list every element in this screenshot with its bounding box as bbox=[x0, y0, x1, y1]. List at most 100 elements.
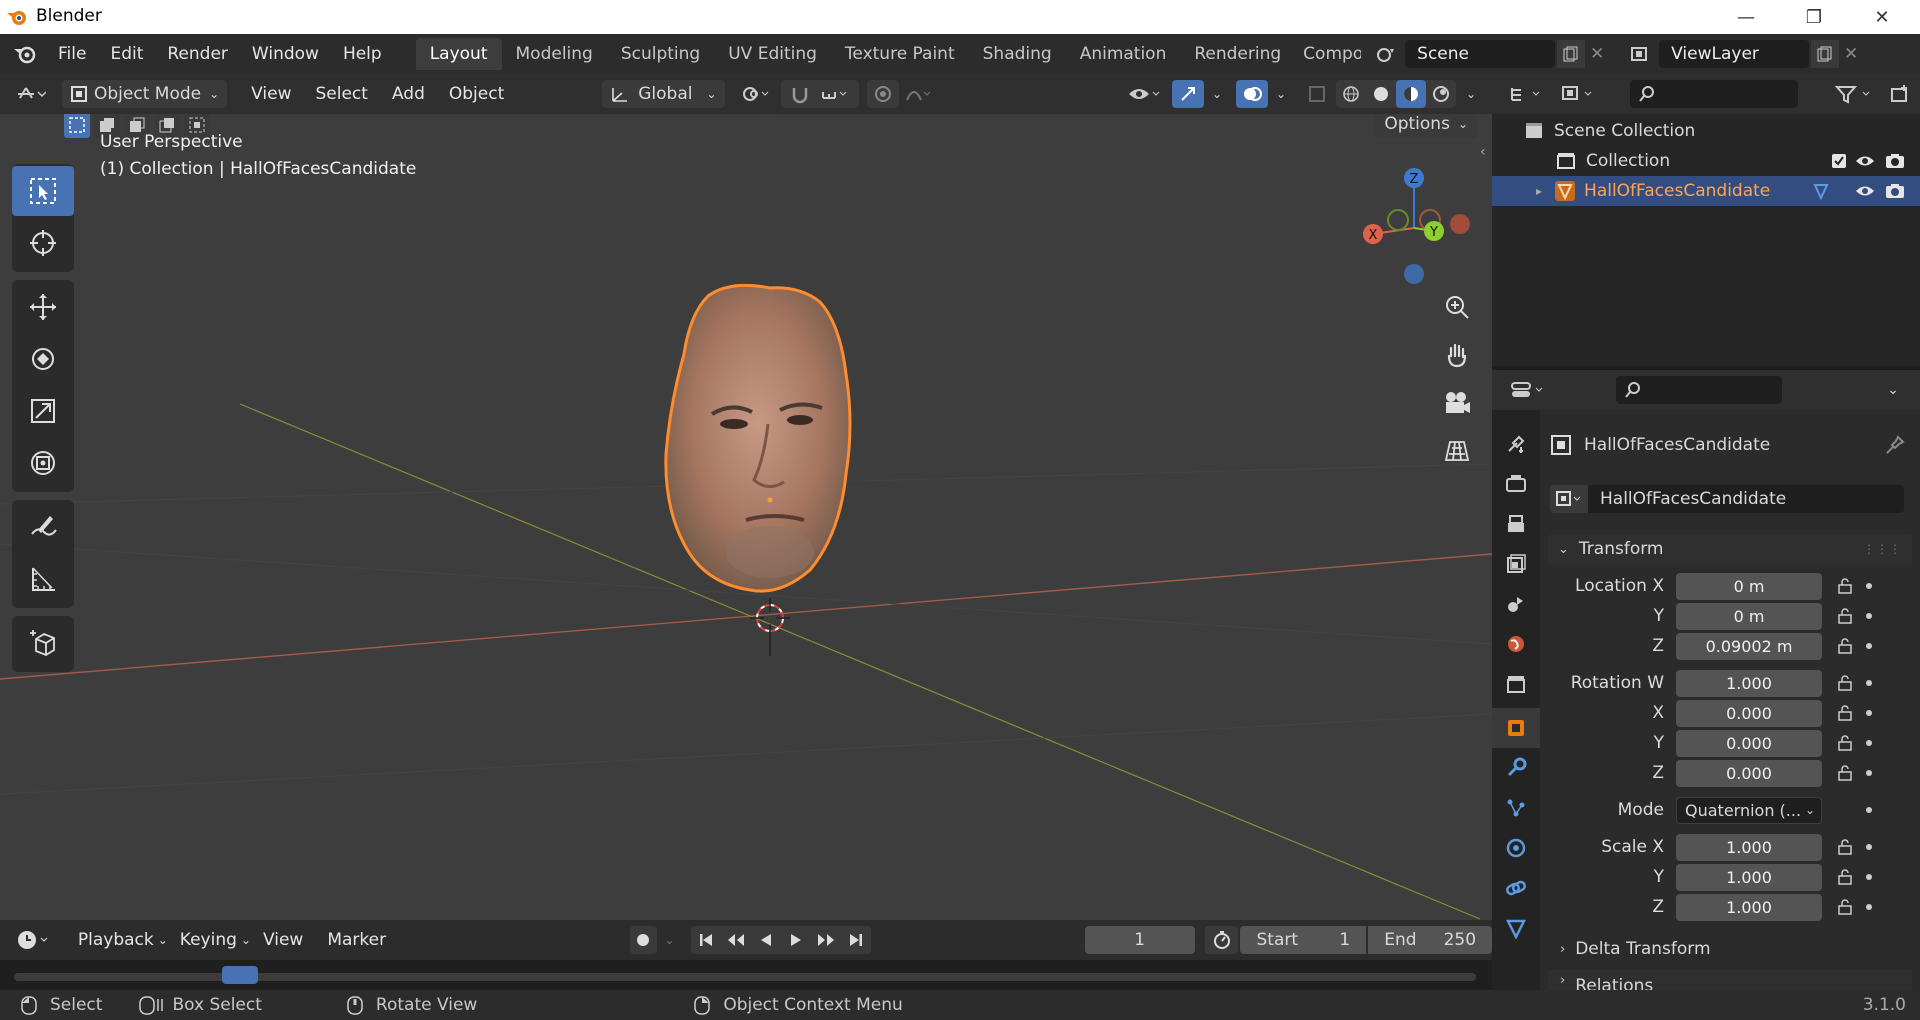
pan-view-icon[interactable] bbox=[1436, 334, 1478, 376]
timeline-menu-view[interactable]: View bbox=[251, 930, 315, 950]
menu-render[interactable]: Render bbox=[155, 44, 240, 64]
mesh-data-icon[interactable] bbox=[1806, 182, 1836, 200]
options-button[interactable]: Options ⌄ bbox=[1374, 114, 1478, 138]
lock-icon[interactable] bbox=[1830, 638, 1860, 654]
collection-tab-icon[interactable] bbox=[1492, 664, 1540, 704]
scene-icon[interactable] bbox=[1369, 45, 1405, 63]
close-button[interactable]: ✕ bbox=[1852, 0, 1912, 34]
exclude-checkbox-icon[interactable] bbox=[1828, 151, 1850, 171]
jump-end-icon[interactable] bbox=[841, 932, 871, 948]
disable-render-icon[interactable] bbox=[1880, 153, 1910, 169]
keyframe-dot-icon[interactable] bbox=[1866, 583, 1872, 589]
viewlayer-icon[interactable] bbox=[1623, 45, 1659, 63]
pivot-point-icon[interactable] bbox=[733, 84, 777, 104]
jump-start-icon[interactable] bbox=[691, 932, 721, 948]
lock-icon[interactable] bbox=[1830, 578, 1860, 594]
shading-dropdown-icon[interactable]: ⌄ bbox=[1456, 87, 1486, 101]
measure-tool-icon[interactable] bbox=[12, 554, 74, 604]
lock-icon[interactable] bbox=[1830, 839, 1860, 855]
lock-icon[interactable] bbox=[1830, 675, 1860, 691]
navigation-gizmo[interactable]: Z Y X bbox=[1350, 164, 1480, 294]
visibility-filter-icon[interactable] bbox=[1122, 84, 1166, 104]
keyframe-dot-icon[interactable] bbox=[1866, 844, 1872, 850]
new-collection-icon[interactable] bbox=[1884, 80, 1914, 108]
editor-type-icon[interactable] bbox=[6, 84, 56, 104]
lock-icon[interactable] bbox=[1830, 869, 1860, 885]
keyframe-dot-icon[interactable] bbox=[1866, 740, 1872, 746]
outliner-editor-type-icon[interactable] bbox=[1506, 80, 1546, 108]
record-icon[interactable] bbox=[629, 926, 658, 954]
timeline-menu-playback[interactable]: Playback bbox=[66, 930, 166, 950]
keyframe-dot-icon[interactable] bbox=[1866, 710, 1872, 716]
new-scene-icon[interactable] bbox=[1557, 40, 1586, 68]
tab-sculpting[interactable]: Sculpting bbox=[607, 38, 714, 70]
keyframe-dot-icon[interactable] bbox=[1866, 904, 1872, 910]
tool-tab-icon[interactable] bbox=[1492, 424, 1540, 464]
snap-icon[interactable] bbox=[785, 84, 815, 104]
rotation-z-field[interactable]: 0.000 bbox=[1676, 759, 1822, 787]
scene-tab-icon[interactable] bbox=[1492, 584, 1540, 624]
tab-shading[interactable]: Shading bbox=[969, 38, 1066, 70]
perspective-toggle-icon[interactable] bbox=[1436, 430, 1478, 472]
object-hide-icon[interactable] bbox=[1850, 184, 1880, 198]
lock-icon[interactable] bbox=[1830, 765, 1860, 781]
datablock-name-field[interactable]: HallOfFacesCandidate bbox=[1588, 485, 1904, 513]
viewport-menu-add[interactable]: Add bbox=[380, 84, 437, 104]
properties-editor-type-icon[interactable] bbox=[1506, 376, 1550, 404]
stopwatch-icon[interactable] bbox=[1204, 926, 1239, 954]
timeline-menu-keying[interactable]: Keying bbox=[168, 930, 249, 950]
drag-handle-icon[interactable]: ⋮⋮⋮ bbox=[1863, 542, 1902, 556]
snap-target-icon[interactable] bbox=[815, 84, 855, 104]
object-tab-icon[interactable] bbox=[1492, 708, 1540, 748]
relations-header[interactable]: › Relations bbox=[1548, 970, 1912, 990]
tab-rendering[interactable]: Rendering bbox=[1180, 38, 1295, 70]
lock-icon[interactable] bbox=[1830, 608, 1860, 624]
transform-tool-icon[interactable] bbox=[12, 438, 74, 488]
viewport-menu-select[interactable]: Select bbox=[304, 84, 380, 104]
rotate-tool-icon[interactable] bbox=[12, 334, 74, 384]
timeline-scrubber[interactable] bbox=[0, 960, 1492, 990]
xray-icon[interactable] bbox=[1302, 84, 1332, 104]
keyframe-dot-icon[interactable] bbox=[1866, 643, 1872, 649]
tab-layout[interactable]: Layout bbox=[415, 38, 502, 70]
timeline-menu-marker[interactable]: Marker bbox=[315, 930, 398, 950]
scale-tool-icon[interactable] bbox=[12, 386, 74, 436]
wireframe-shading-icon[interactable] bbox=[1336, 84, 1366, 104]
jump-keyframe-back-icon[interactable] bbox=[721, 932, 751, 948]
rotation-y-field[interactable]: 0.000 bbox=[1676, 729, 1822, 757]
rotation-w-field[interactable]: 1.000 bbox=[1676, 669, 1822, 697]
constraints-tab-icon[interactable] bbox=[1492, 868, 1540, 908]
object-render-icon[interactable] bbox=[1880, 183, 1910, 199]
hide-in-viewport-icon[interactable] bbox=[1850, 154, 1880, 168]
overlay-dropdown-icon[interactable]: ⌄ bbox=[1268, 87, 1294, 101]
falloff-icon[interactable] bbox=[899, 84, 939, 104]
lock-icon[interactable] bbox=[1830, 705, 1860, 721]
outliner-object-row[interactable]: ▸ HallOfFacesCandidate bbox=[1492, 176, 1920, 206]
end-frame-field[interactable]: End 250 bbox=[1368, 926, 1493, 954]
delta-transform-header[interactable]: › Delta Transform bbox=[1560, 934, 1910, 964]
menu-file[interactable]: File bbox=[46, 44, 98, 64]
playhead[interactable] bbox=[222, 966, 258, 984]
scale-y-field[interactable]: 1.000 bbox=[1676, 863, 1822, 891]
camera-view-icon[interactable] bbox=[1436, 382, 1478, 424]
rendered-shading-icon[interactable] bbox=[1426, 84, 1456, 104]
outliner-collection[interactable]: Collection bbox=[1492, 146, 1920, 176]
restore-button[interactable]: ❐ bbox=[1784, 0, 1844, 34]
solid-shading-icon[interactable] bbox=[1366, 84, 1396, 104]
minimize-button[interactable]: — bbox=[1716, 0, 1776, 34]
properties-options-icon[interactable]: ⌄ bbox=[1878, 376, 1908, 404]
keyframe-dot-icon[interactable] bbox=[1866, 680, 1872, 686]
face-mesh-object[interactable] bbox=[650, 284, 890, 614]
transform-panel-header[interactable]: ⌄ Transform ⋮⋮⋮ bbox=[1548, 534, 1912, 564]
rotation-x-field[interactable]: 0.000 bbox=[1676, 699, 1822, 727]
sidebar-toggle-icon[interactable]: ‹ bbox=[1480, 144, 1492, 164]
location-z-field[interactable]: 0.09002 m bbox=[1676, 632, 1822, 660]
blender-menu-icon[interactable] bbox=[12, 43, 38, 65]
keyframe-dot-icon[interactable] bbox=[1866, 770, 1872, 776]
menu-edit[interactable]: Edit bbox=[98, 44, 155, 64]
tab-compositing[interactable]: Compo bbox=[1295, 38, 1361, 70]
viewport-menu-view[interactable]: View bbox=[239, 84, 303, 104]
select-new-icon[interactable] bbox=[64, 114, 90, 138]
tab-texture-paint[interactable]: Texture Paint bbox=[831, 38, 969, 70]
tab-uv-editing[interactable]: UV Editing bbox=[714, 38, 831, 70]
